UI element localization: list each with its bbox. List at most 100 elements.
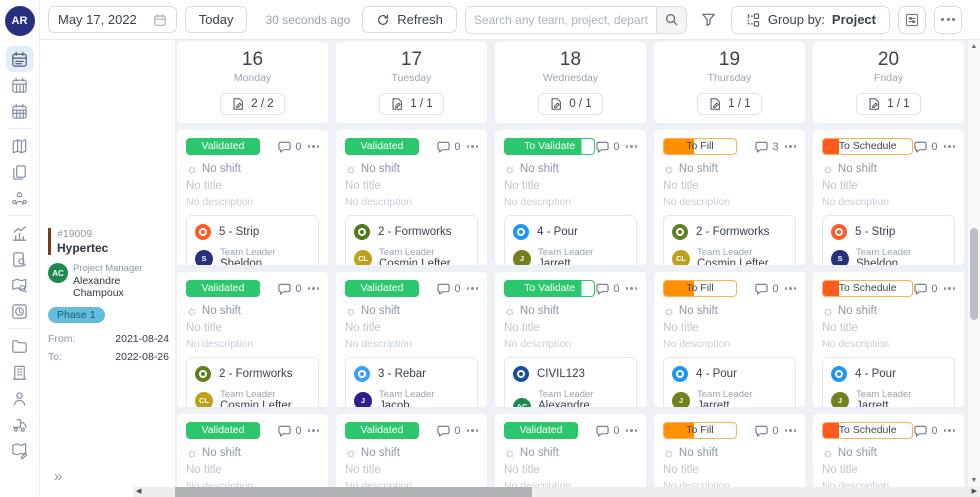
status-badge[interactable]: To Validate [504,138,595,155]
day-report-count[interactable]: 1 / 1 [379,93,443,115]
vertical-scrollbar[interactable]: ▲ ▼ [967,40,980,487]
task-item[interactable]: 3 - Rebar [354,363,469,385]
task-item[interactable]: 4 - Pour [831,363,946,385]
shift-card[interactable]: To Schedule0☼No shiftNo titleNo descript… [813,272,964,407]
shift-card[interactable]: Validated0☼No shiftNo titleNo descriptio… [177,414,328,497]
day-report-count[interactable]: 1 / 1 [697,93,761,115]
card-menu-button[interactable] [785,145,797,148]
comments-button[interactable]: 0 [913,424,937,437]
card-menu-button[interactable] [467,429,479,432]
shift-card[interactable]: Validated0☼No shiftNo titleNo descriptio… [177,272,328,407]
card-menu-button[interactable] [308,145,320,148]
status-badge[interactable]: Validated [186,280,260,297]
comments-button[interactable]: 3 [754,140,778,153]
shift-card[interactable]: Validated0☼No shiftNo titleNo descriptio… [336,272,487,407]
card-menu-button[interactable] [467,287,479,290]
card-menu-button[interactable] [944,287,956,290]
team-leader-item[interactable]: JTeam LeaderJacob [354,389,469,407]
comments-button[interactable]: 0 [595,140,619,153]
status-badge[interactable]: Validated [345,138,419,155]
status-badge[interactable]: Validated [186,138,260,155]
card-menu-button[interactable] [626,429,638,432]
card-menu-button[interactable] [308,429,320,432]
nav-site-plan[interactable] [6,437,34,463]
status-badge[interactable]: To Schedule [822,422,913,439]
nav-planning-month[interactable] [6,98,34,124]
card-menu-button[interactable] [626,145,638,148]
search-input[interactable] [466,7,656,33]
comments-button[interactable]: 0 [277,282,301,295]
task-item[interactable]: 2 - Formworks [354,221,469,243]
day-report-count[interactable]: 1 / 1 [856,93,920,115]
comments-button[interactable]: 0 [277,424,301,437]
display-settings-button[interactable] [898,6,926,34]
task-item[interactable]: 4 - Pour [672,363,787,385]
scroll-up-arrow[interactable]: ▲ [968,43,980,50]
shift-card[interactable]: To Fill0☼No shiftNo titleNo description [654,414,805,497]
nav-map-search[interactable] [6,272,34,298]
team-leader-item[interactable]: STeam LeaderSheldon [831,247,946,265]
team-leader-item[interactable]: JTeam LeaderJarrett [672,389,787,407]
nav-equipment[interactable] [6,411,34,437]
nav-reports[interactable] [6,246,34,272]
status-badge[interactable]: To Fill [663,422,737,439]
card-menu-button[interactable] [308,287,320,290]
team-leader-item[interactable]: STeam LeaderSheldon [195,247,310,265]
scroll-left-arrow[interactable]: ◀ [136,487,141,497]
user-avatar[interactable]: AR [5,6,35,36]
task-item[interactable]: 5 - Strip [831,221,946,243]
status-badge[interactable]: Validated [186,422,260,439]
shift-card[interactable]: Validated0☼No shiftNo titleNo descriptio… [177,130,328,265]
task-item[interactable]: CIVIL123 [513,363,628,385]
project-list-item[interactable]: #19009 Hypertec AC Project Manager Alexa… [40,228,175,363]
task-item[interactable]: 5 - Strip [195,221,310,243]
comments-button[interactable]: 0 [436,282,460,295]
shift-card[interactable]: To Fill3☼No shiftNo titleNo description2… [654,130,805,265]
vertical-scrollbar-thumb[interactable] [970,228,978,320]
comments-button[interactable]: 0 [913,282,937,295]
day-report-count[interactable]: 0 / 1 [538,93,602,115]
nav-teams[interactable] [6,185,34,211]
shift-card[interactable]: To Validate0☼No shiftNo titleNo descript… [495,130,646,265]
nav-analytics[interactable] [6,220,34,246]
status-badge[interactable]: Validated [345,280,419,297]
shift-card[interactable]: To Fill0☼No shiftNo titleNo description4… [654,272,805,407]
comments-button[interactable]: 0 [277,140,301,153]
card-menu-button[interactable] [944,429,956,432]
nav-documents[interactable] [6,159,34,185]
team-leader-item[interactable]: JTeam LeaderJarrett [513,247,628,265]
team-leader-item[interactable]: ACTeam LeaderAlexandre Champoux [513,389,628,407]
horizontal-scrollbar[interactable]: ◀ ▶ [133,487,980,497]
horizontal-scrollbar-thumb[interactable] [175,487,532,497]
day-header[interactable]: 18Wednesday0 / 1 [495,42,646,123]
shift-card[interactable]: To Validate0☼No shiftNo titleNo descript… [495,272,646,407]
group-by-button[interactable]: Group by: Project [731,6,890,34]
expand-panel-chevron[interactable]: » [54,468,62,485]
status-badge[interactable]: To Validate [504,280,595,297]
nav-people[interactable] [6,385,34,411]
team-leader-item[interactable]: CLTeam LeaderCosmin Lefter [354,247,469,265]
task-item[interactable]: 2 - Formworks [672,221,787,243]
team-leader-item[interactable]: CLTeam LeaderCosmin Lefter [672,247,787,265]
nav-time[interactable] [6,298,34,324]
day-header[interactable]: 20Friday1 / 1 [813,42,964,123]
comments-button[interactable]: 0 [913,140,937,153]
day-header[interactable]: 16Monday2 / 2 [177,42,328,123]
nav-companies[interactable] [6,359,34,385]
task-item[interactable]: 4 - Pour [513,221,628,243]
date-picker[interactable]: May 17, 2022 [48,6,177,33]
card-menu-button[interactable] [785,429,797,432]
scroll-down-arrow[interactable]: ▼ [968,477,980,484]
comments-button[interactable]: 0 [436,140,460,153]
task-item[interactable]: 2 - Formworks [195,363,310,385]
comments-button[interactable]: 0 [754,424,778,437]
shift-card[interactable]: Validated0☼No shiftNo titleNo descriptio… [336,414,487,497]
shift-card[interactable]: Validated0☼No shiftNo titleNo descriptio… [336,130,487,265]
card-menu-button[interactable] [785,287,797,290]
status-badge[interactable]: To Schedule [822,280,913,297]
filter-button[interactable] [695,6,723,34]
more-options-button[interactable] [934,6,962,34]
shift-card[interactable]: To Schedule0☼No shiftNo titleNo descript… [813,414,964,497]
scroll-right-arrow[interactable]: ▶ [972,487,977,497]
nav-projects[interactable] [6,333,34,359]
